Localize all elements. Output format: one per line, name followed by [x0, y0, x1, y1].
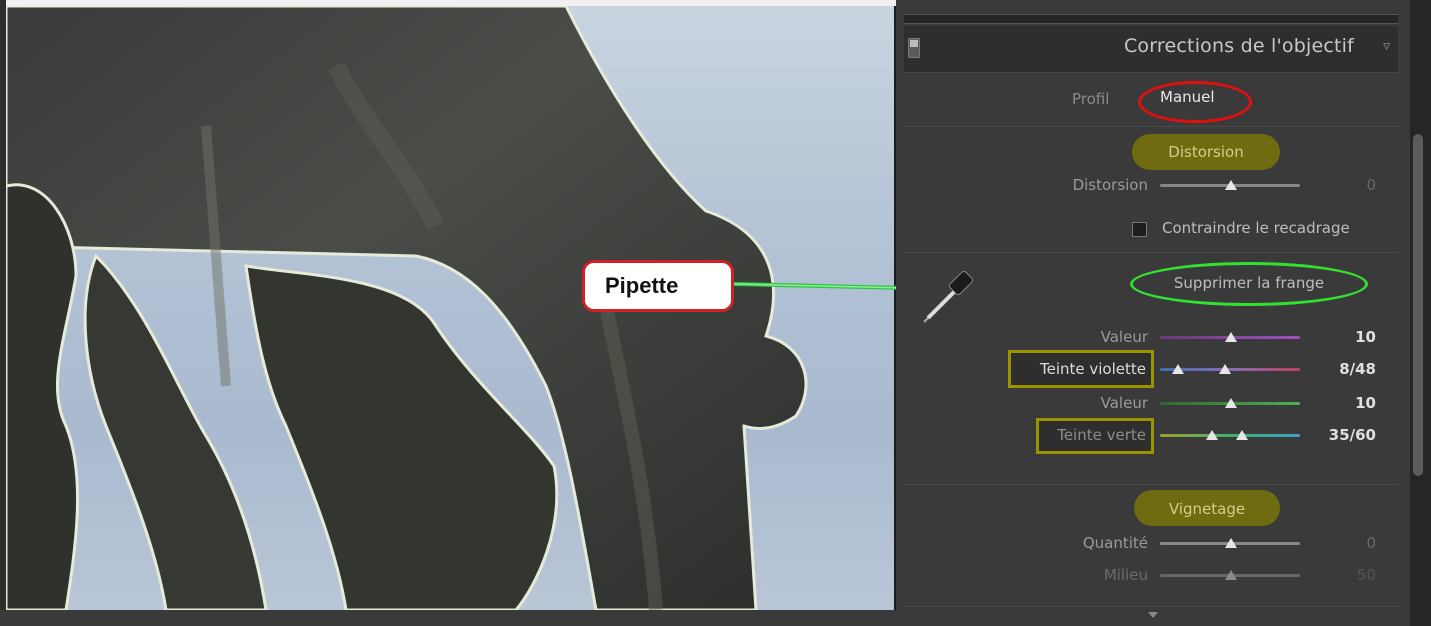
defringe-section-title: Supprimer la frange — [1173, 274, 1325, 292]
divider — [904, 484, 1398, 485]
vignetting-section-title: Vignetage — [1168, 500, 1246, 518]
scroll-down-icon[interactable] — [1148, 612, 1158, 618]
vignetting-midpoint-value[interactable]: 50 — [1316, 566, 1376, 584]
green-amount-label: Valeur — [1100, 394, 1148, 412]
tab-profile[interactable]: Profil — [1072, 90, 1109, 108]
green-hue-value[interactable]: 35/60 — [1316, 426, 1376, 444]
collapse-triangle-icon[interactable]: ▿ — [1383, 38, 1390, 54]
vignetting-midpoint-thumb[interactable] — [1225, 570, 1237, 580]
lens-corrections-panel: Corrections de l'objectif ▿ Profil Manue… — [896, 0, 1410, 626]
green-hue-thumb-low[interactable] — [1206, 430, 1218, 440]
vignetting-amount-thumb[interactable] — [1225, 538, 1237, 548]
green-amount-value[interactable]: 10 — [1316, 394, 1376, 412]
purple-hue-value[interactable]: 8/48 — [1316, 360, 1376, 378]
purple-amount-label: Valeur — [1100, 328, 1148, 346]
distortion-value[interactable]: 0 — [1316, 176, 1376, 194]
distortion-slider-thumb[interactable] — [1225, 180, 1237, 190]
green-hue-slider[interactable] — [1160, 434, 1300, 437]
distortion-label: Distorsion — [1072, 176, 1148, 194]
constrain-crop-label: Contraindre le recadrage — [1162, 219, 1350, 237]
pipette-callout: Pipette — [582, 260, 734, 312]
divider — [904, 606, 1398, 607]
panel-top-strip — [904, 14, 1398, 24]
purple-hue-thumb-high[interactable] — [1219, 364, 1231, 374]
vignetting-midpoint-label: Milieu — [1103, 566, 1148, 584]
distortion-section-title: Distorsion — [1168, 143, 1244, 161]
panel-scrollbar[interactable] — [1410, 0, 1431, 626]
divider — [904, 252, 1398, 253]
green-hue-label: Teinte verte — [1057, 426, 1146, 444]
green-amount-thumb[interactable] — [1225, 398, 1237, 408]
panel-switch-icon[interactable] — [908, 38, 920, 58]
panel-title: Corrections de l'objectif — [1123, 35, 1354, 57]
purple-hue-label: Teinte violette — [1039, 360, 1146, 378]
vignetting-amount-value[interactable]: 0 — [1316, 534, 1376, 552]
vignetting-amount-label: Quantité — [1082, 534, 1148, 552]
photo-bottom-bar — [0, 610, 896, 626]
pipette-icon[interactable] — [920, 266, 982, 326]
purple-amount-thumb[interactable] — [1225, 332, 1237, 342]
constrain-crop-checkbox[interactable] — [1132, 222, 1147, 237]
manual-highlight-ellipse — [1138, 81, 1252, 123]
green-hue-thumb-high[interactable] — [1236, 430, 1248, 440]
profile-tabs: Profil Manuel — [904, 72, 1398, 127]
scrollbar-thumb[interactable] — [1413, 134, 1423, 476]
purple-hue-thumb-low[interactable] — [1172, 364, 1184, 374]
purple-amount-value[interactable]: 10 — [1316, 328, 1376, 346]
panel-header[interactable]: Corrections de l'objectif ▿ — [904, 26, 1398, 73]
